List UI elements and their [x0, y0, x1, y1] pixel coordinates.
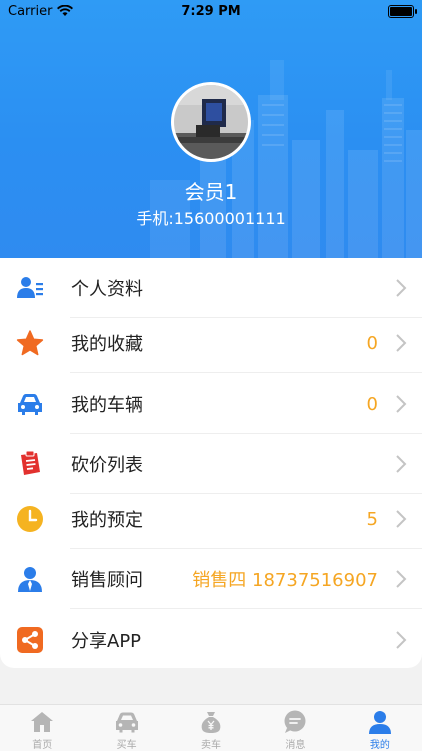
chevron-right-icon — [396, 279, 407, 297]
menu-item-label: 销售顾问 — [71, 570, 143, 591]
carrier-label: Carrier — [8, 3, 53, 19]
chevron-right-icon — [396, 395, 407, 413]
menu-item-label: 我的收藏 — [71, 334, 143, 355]
chevron-right-icon — [396, 334, 407, 352]
profile-header: 会员1 手机:15600001111 — [0, 0, 422, 258]
user-icon — [368, 711, 391, 734]
tab-label: 首页 — [32, 740, 53, 751]
menu-item-label: 分享APP — [71, 631, 142, 652]
battery-icon — [388, 4, 417, 18]
yen-bag-icon — [201, 712, 221, 733]
menu-item-my-vehicles[interactable]: 我的车辆 0 — [0, 374, 422, 434]
menu-item-label: 砍价列表 — [71, 455, 143, 476]
chevron-right-icon — [396, 455, 407, 473]
advisor-icon — [16, 565, 44, 593]
menu-item-label: 我的车辆 — [71, 395, 143, 416]
tab-sell-car[interactable]: 卖车 — [169, 705, 253, 751]
price-list-icon — [16, 450, 44, 478]
car-icon — [115, 712, 138, 733]
avatar[interactable] — [171, 82, 251, 162]
chevron-right-icon — [396, 631, 407, 649]
profile-menu: 个人资料 我的收藏 0 我的车辆 0 砍价列表 我的预定 5 销售顾问 销售四 … — [0, 258, 422, 668]
sales-advisor-contact: 销售四 18737516907 — [192, 570, 378, 591]
menu-item-reservations[interactable]: 我的预定 5 — [0, 489, 422, 549]
member-name: 会员1 — [184, 180, 238, 204]
chevron-right-icon — [396, 510, 407, 528]
tab-home[interactable]: 首页 — [0, 705, 84, 751]
message-icon — [284, 710, 306, 733]
tab-label: 买车 — [116, 740, 137, 751]
menu-item-sales-advisor[interactable]: 销售顾问 销售四 18737516907 — [0, 549, 422, 609]
menu-item-favorites[interactable]: 我的收藏 0 — [0, 313, 422, 373]
menu-item-share-app[interactable]: 分享APP — [0, 610, 422, 668]
favorites-count: 0 — [366, 332, 378, 354]
clock-icon — [16, 505, 44, 533]
avatar-photo — [174, 85, 248, 159]
profile-card-icon — [16, 274, 44, 302]
home-icon — [31, 712, 54, 732]
vehicles-count: 0 — [366, 393, 378, 415]
tab-buy-car[interactable]: 买车 — [84, 705, 168, 751]
tab-label: 消息 — [285, 740, 306, 751]
tab-label: 卖车 — [201, 740, 222, 751]
menu-item-label: 我的预定 — [71, 510, 143, 531]
star-icon — [16, 329, 44, 357]
status-bar: Carrier 7:29 PM — [0, 0, 422, 22]
menu-item-label: 个人资料 — [71, 279, 143, 300]
chevron-right-icon — [396, 570, 407, 588]
car-icon — [16, 390, 44, 418]
tab-label: 我的 — [369, 740, 390, 751]
tab-mine[interactable]: 我的 — [338, 705, 422, 751]
share-icon — [16, 626, 44, 654]
reservations-count: 5 — [366, 508, 378, 530]
tab-bar: 首页 买车 卖车 消息 我的 — [0, 704, 422, 751]
tab-messages[interactable]: 消息 — [253, 705, 337, 751]
phone-number: 手机:15600001111 — [136, 209, 286, 228]
menu-item-personal-info[interactable]: 个人资料 — [0, 258, 422, 318]
wifi-icon — [57, 5, 74, 16]
menu-item-bargain-list[interactable]: 砍价列表 — [0, 434, 422, 494]
